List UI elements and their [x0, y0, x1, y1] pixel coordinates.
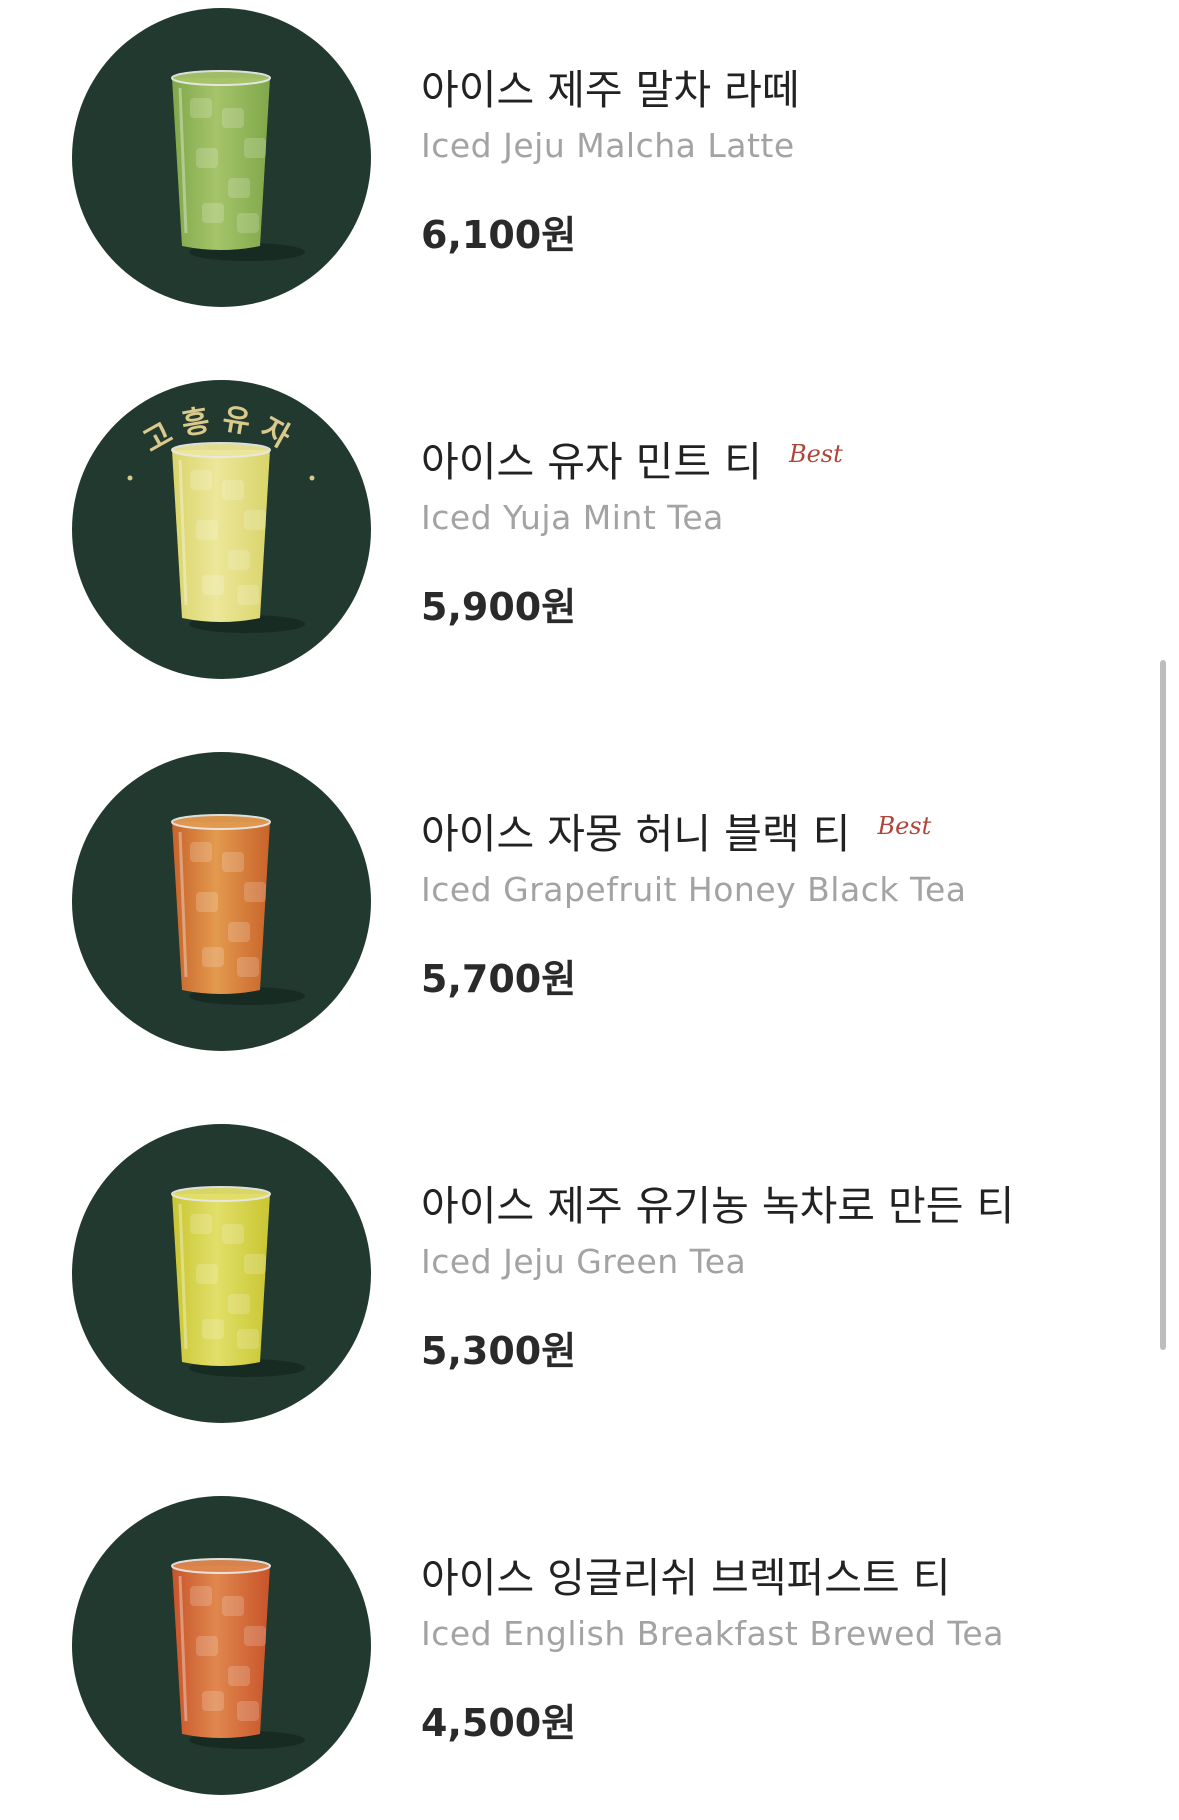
menu-item-title-row: 아이스 제주 유기농 녹차로 만든 티: [421, 1172, 1014, 1232]
ice-cube: [244, 1626, 266, 1646]
menu-item-iced-grapefruit-honey-black-tea[interactable]: 아이스 자몽 허니 블랙 티 Best Iced Grapefruit Hone…: [0, 744, 1150, 1051]
scrollbar[interactable]: [1160, 660, 1166, 1350]
menu-item-name-ko: 아이스 자몽 허니 블랙 티: [421, 810, 851, 858]
menu-item-title-row: 아이스 제주 말차 라떼: [421, 56, 800, 116]
ice-cube: [228, 178, 250, 198]
drink-cup-image: [171, 814, 305, 1005]
cup-rim: [171, 814, 271, 830]
ice-cube: [244, 138, 266, 158]
ice-cube: [228, 1294, 250, 1314]
menu-item-name-en: Iced English Breakfast Brewed Tea: [421, 1614, 1004, 1653]
ice-cube: [202, 1691, 224, 1711]
menu-item-title-row: 아이스 유자 민트 티 Best: [421, 428, 843, 488]
ribbon-dot: [127, 475, 133, 481]
menu-item-price: 5,300원: [421, 1329, 577, 1373]
ice-cube: [190, 470, 212, 490]
menu-item-price: 5,700원: [421, 957, 577, 1001]
menu-item-name-en: Iced Jeju Green Tea: [421, 1242, 747, 1281]
ice-cube: [222, 1224, 244, 1244]
ice-cube: [222, 1596, 244, 1616]
menu-item-iced-english-breakfast-brewed-tea[interactable]: 아이스 잉글리쉬 브렉퍼스트 티 Iced English Breakfast …: [0, 1488, 1150, 1795]
menu-item-name-en: Iced Yuja Mint Tea: [421, 498, 724, 537]
menu-list: 아이스 제주 말차 라떼 Iced Jeju Malcha Latte 6,10…: [0, 0, 1179, 1820]
menu-item-price: 6,100원: [421, 213, 577, 257]
ice-cube: [228, 922, 250, 942]
menu-item-name-en: Iced Jeju Malcha Latte: [421, 126, 795, 165]
ice-cube: [237, 1701, 259, 1721]
cup-rim: [171, 70, 271, 86]
drink-cup-image: [171, 70, 305, 261]
ice-cube: [190, 842, 212, 862]
ice-cube: [202, 203, 224, 223]
drink-cup-image: 고흥유자: [127, 401, 315, 633]
ice-cube: [202, 575, 224, 595]
drink-thumbnail[interactable]: [72, 1496, 371, 1795]
drink-thumbnail[interactable]: [72, 1124, 371, 1423]
menu-item-price: 5,900원: [421, 585, 577, 629]
menu-item-title-row: 아이스 잉글리쉬 브렉퍼스트 티: [421, 1544, 950, 1604]
ice-cube: [190, 1586, 212, 1606]
ice-cube: [237, 957, 259, 977]
ice-cube: [244, 1254, 266, 1274]
ice-cube: [196, 1264, 218, 1284]
menu-item-iced-yuja-mint-tea[interactable]: 고흥유자 아이스 유자 민트 티 Best Iced Yuja Mint Tea…: [0, 372, 1150, 679]
ice-cube: [190, 98, 212, 118]
menu-item-name-ko: 아이스 유자 민트 티: [421, 438, 762, 486]
cup-rim: [171, 1186, 271, 1202]
ice-cube: [222, 480, 244, 500]
ice-cube: [196, 892, 218, 912]
ice-cube: [244, 882, 266, 902]
drink-thumbnail[interactable]: [72, 8, 371, 307]
ice-cube: [244, 510, 266, 530]
ice-cube: [190, 1214, 212, 1234]
menu-item-iced-jeju-green-tea[interactable]: 아이스 제주 유기농 녹차로 만든 티 Iced Jeju Green Tea …: [0, 1116, 1150, 1423]
ice-cube: [237, 213, 259, 233]
ice-cube: [222, 852, 244, 872]
ice-cube: [228, 550, 250, 570]
ice-cube: [196, 1636, 218, 1656]
cup-rim: [171, 442, 271, 458]
menu-item-name-en: Iced Grapefruit Honey Black Tea: [421, 870, 967, 909]
drink-cup-image: [171, 1558, 305, 1749]
ice-cube: [237, 585, 259, 605]
ice-cube: [202, 947, 224, 967]
drink-cup-image: [171, 1186, 305, 1377]
best-badge: Best: [788, 440, 843, 468]
menu-item-name-ko: 아이스 제주 말차 라떼: [421, 66, 800, 114]
ice-cube: [202, 1319, 224, 1339]
menu-item-iced-jeju-malcha-latte[interactable]: 아이스 제주 말차 라떼 Iced Jeju Malcha Latte 6,10…: [0, 0, 1150, 307]
drink-thumbnail[interactable]: 고흥유자: [72, 380, 371, 679]
menu-item-price: 4,500원: [421, 1701, 577, 1745]
ice-cube: [196, 520, 218, 540]
menu-item-name-ko: 아이스 제주 유기농 녹차로 만든 티: [421, 1182, 1015, 1230]
cup-rim: [171, 1558, 271, 1574]
ice-cube: [222, 108, 244, 128]
menu-item-title-row: 아이스 자몽 허니 블랙 티 Best: [421, 800, 931, 860]
ice-cube: [196, 148, 218, 168]
menu-item-name-ko: 아이스 잉글리쉬 브렉퍼스트 티: [421, 1554, 951, 1602]
ribbon-dot: [309, 475, 315, 481]
best-badge: Best: [877, 812, 932, 840]
drink-thumbnail[interactable]: [72, 752, 371, 1051]
ice-cube: [237, 1329, 259, 1349]
ice-cube: [228, 1666, 250, 1686]
